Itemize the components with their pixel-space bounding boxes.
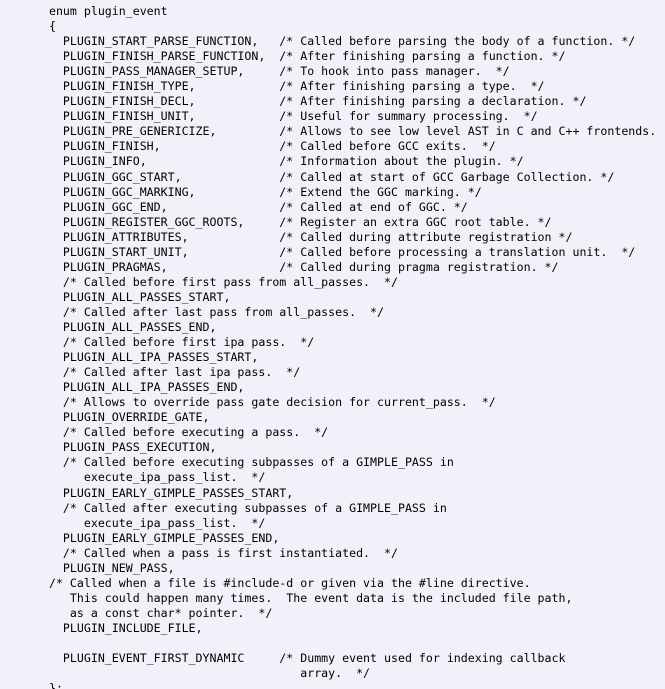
code-line: PLUGIN_PASS_EXECUTION, [35, 440, 217, 455]
code-line: PLUGIN_INCLUDE_FILE, [35, 620, 203, 635]
code-line: PLUGIN_GGC_START, /* Called at start of … [35, 169, 615, 184]
screenshot-root: enum plugin_event { PLUGIN_START_PARSE_F… [0, 0, 665, 689]
code-line: enum plugin_event [35, 4, 168, 18]
code-line: /* Called before first ipa pass. */ [35, 335, 315, 350]
code-line: array. */ [35, 666, 371, 681]
code-line: PLUGIN_ALL_PASSES_START, [35, 289, 231, 304]
code-line: PLUGIN_FINISH_TYPE, /* After finishing p… [35, 79, 545, 94]
code-line: /* Called before first pass from all_pas… [35, 274, 398, 289]
code-line: PLUGIN_EARLY_GIMPLE_PASSES_START, [35, 485, 294, 500]
code-line: PLUGIN_GGC_END, /* Called at end of GGC.… [35, 199, 468, 214]
code-line: PLUGIN_FINISH_DECL, /* After finishing p… [35, 94, 587, 109]
code-line: /* Called when a file is #include-d or g… [35, 575, 531, 590]
code-line: PLUGIN_FINISH, /* Called before GCC exit… [35, 139, 496, 154]
code-line: /* Called when a pass is first instantia… [35, 545, 398, 560]
code-line: execute_ipa_pass_list. */ [35, 515, 266, 530]
code-line: PLUGIN_ALL_PASSES_END, [35, 319, 217, 334]
code-line: PLUGIN_ALL_IPA_PASSES_END, [35, 380, 245, 395]
code-line: PLUGIN_ALL_IPA_PASSES_START, [35, 350, 259, 365]
code-line: /* Called before executing subpasses of … [35, 455, 454, 470]
code-line: /* Called after last pass from all_passe… [35, 304, 385, 319]
code-line: This could happen many times. The event … [35, 590, 573, 605]
code-line: PLUGIN_FINISH_PARSE_FUNCTION, /* After f… [35, 49, 566, 64]
code-line: PLUGIN_EVENT_FIRST_DYNAMIC /* Dummy even… [35, 651, 566, 666]
code-line: PLUGIN_NEW_PASS, [35, 560, 175, 575]
code-line: execute_ipa_pass_list. */ [35, 470, 266, 485]
code-line: PLUGIN_FINISH_UNIT, /* Useful for summar… [35, 109, 538, 124]
code-line: /* Called after executing subpasses of a… [35, 500, 447, 515]
code-line: /* Allows to override pass gate decision… [35, 395, 496, 410]
code-line: PLUGIN_REGISTER_GGC_ROOTS, /* Register a… [35, 214, 552, 229]
code-line: PLUGIN_ATTRIBUTES, /* Called during attr… [35, 229, 573, 244]
code-line: PLUGIN_GGC_MARKING, /* Extend the GGC ma… [35, 184, 482, 199]
code-line: PLUGIN_PASS_MANAGER_SETUP, /* To hook in… [35, 64, 510, 79]
code-line: PLUGIN_INFO, /* Information about the pl… [35, 154, 524, 169]
code-line: PLUGIN_PRAGMAS, /* Called during pragma … [35, 259, 559, 274]
code-line: /* Called before executing a pass. */ [35, 425, 329, 440]
source-code-listing[interactable]: enum plugin_event { PLUGIN_START_PARSE_F… [0, 0, 665, 689]
code-line: }; [35, 681, 63, 689]
code-line: { [35, 19, 56, 34]
code-line: as a const char* pointer. */ [35, 605, 273, 620]
code-line: PLUGIN_START_PARSE_FUNCTION, /* Called b… [35, 34, 636, 49]
code-line: PLUGIN_START_UNIT, /* Called before proc… [35, 244, 636, 259]
code-line: PLUGIN_OVERRIDE_GATE, [35, 410, 210, 425]
code-line: PLUGIN_EARLY_GIMPLE_PASSES_END, [35, 530, 280, 545]
code-line: PLUGIN_PRE_GENERICIZE, /* Allows to see … [35, 124, 665, 139]
code-line: /* Called after last ipa pass. */ [35, 365, 301, 380]
